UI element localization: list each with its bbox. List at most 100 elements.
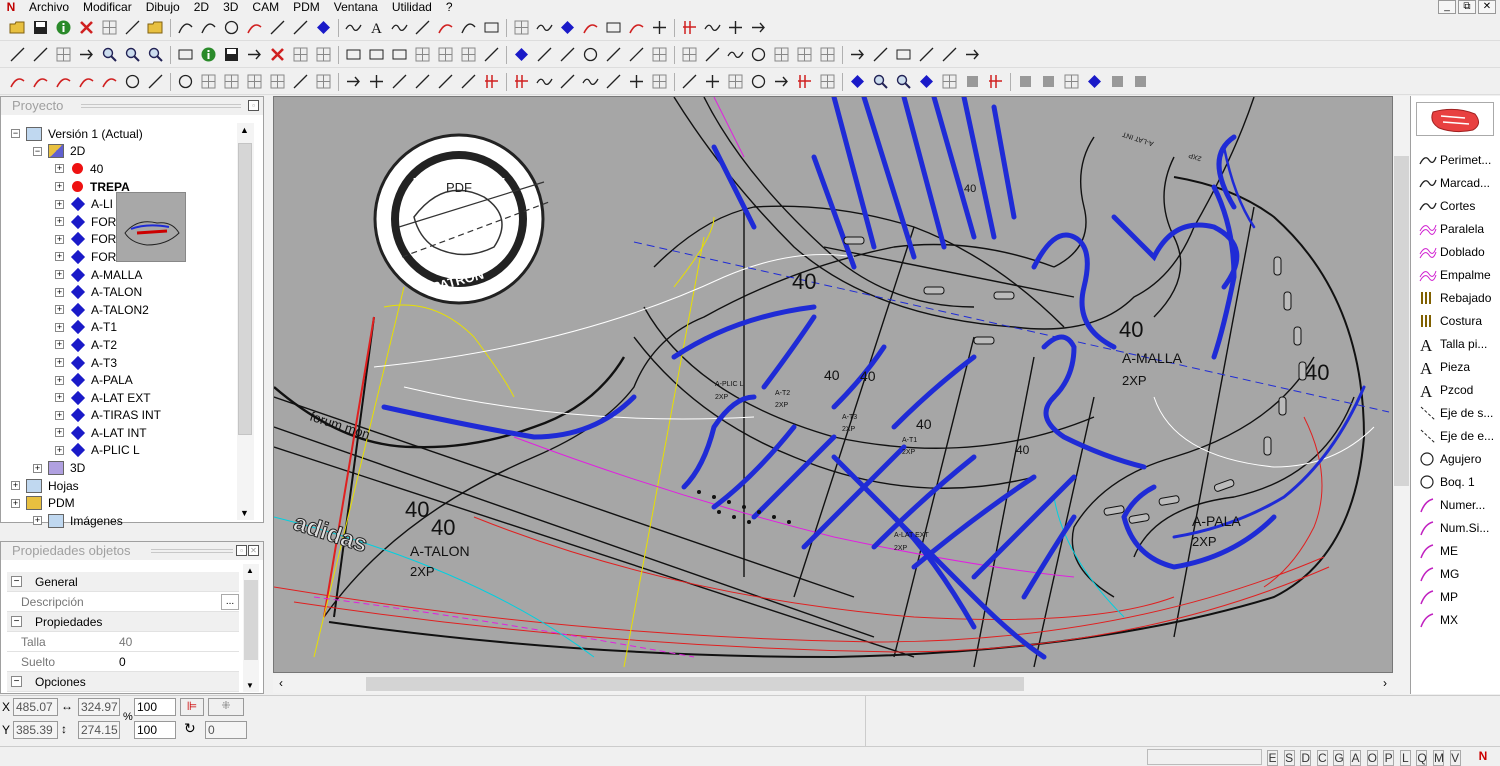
tree-expander-icon[interactable]: +	[55, 358, 64, 368]
tool-grid-icon[interactable]	[55, 46, 72, 63]
tool-redcurve-icon[interactable]	[78, 73, 95, 90]
tool-arrow-icon[interactable]	[750, 19, 767, 36]
tool-line-icon[interactable]	[628, 46, 645, 63]
tool-cross-icon[interactable]	[628, 73, 645, 90]
tree-item[interactable]: + A-T1	[11, 319, 239, 337]
tree-expander-icon[interactable]: +	[55, 164, 64, 174]
tool-text-icon[interactable]: A	[368, 19, 385, 37]
tool-grid-icon[interactable]	[101, 19, 118, 36]
tree-expander-icon[interactable]: +	[55, 445, 64, 455]
tool-save-icon[interactable]	[32, 19, 49, 36]
tool-cross-icon[interactable]	[651, 19, 668, 36]
menu-pdm[interactable]: PDM	[286, 0, 327, 14]
width-field[interactable]: 324.97	[78, 698, 120, 716]
scale-y-field[interactable]: 100	[134, 721, 176, 739]
tree-expander-icon[interactable]: +	[55, 393, 64, 403]
tree-item[interactable]: + Hojas	[11, 477, 239, 495]
tool-circle-icon[interactable]	[750, 73, 767, 90]
menu-archivo[interactable]: Archivo	[22, 0, 76, 14]
tool-arrow-icon[interactable]	[964, 46, 981, 63]
tool-arrow-icon[interactable]	[345, 73, 362, 90]
tool-line-icon[interactable]	[391, 73, 408, 90]
y-coordinate-field[interactable]: 385.39	[13, 721, 58, 739]
tool-redcurve-icon[interactable]	[437, 19, 454, 36]
tool-zoom-icon[interactable]	[895, 73, 912, 90]
tree-expander-icon[interactable]: +	[55, 182, 64, 192]
status-toggle[interactable]: E	[1267, 750, 1278, 766]
x-coordinate-field[interactable]: 485.07	[13, 698, 58, 716]
tool-line-icon[interactable]	[559, 73, 576, 90]
tree-expander-icon[interactable]: +	[55, 252, 64, 262]
tool-dotgrey-icon[interactable]	[1040, 73, 1057, 90]
tool-redx-icon[interactable]	[269, 46, 286, 63]
tool-grid-icon[interactable]	[727, 73, 744, 90]
status-toggle[interactable]: Q	[1416, 750, 1428, 766]
tool-bluediamond-icon[interactable]	[1086, 73, 1103, 90]
tree-expander-icon[interactable]: +	[33, 463, 42, 473]
tree-expander-icon[interactable]: +	[55, 270, 64, 280]
tool-redx-icon[interactable]	[78, 19, 95, 36]
tool-rect-icon[interactable]	[368, 46, 385, 63]
tree-scroll-thumb[interactable]	[238, 143, 252, 435]
tool-item[interactable]: MX	[1411, 608, 1500, 631]
tool-wave-icon[interactable]	[704, 19, 721, 36]
tool-arrow-icon[interactable]	[246, 46, 263, 63]
tool-grid-icon[interactable]	[681, 46, 698, 63]
status-toggle[interactable]: V	[1449, 750, 1461, 766]
tool-circle-icon[interactable]	[750, 46, 767, 63]
tool-curve-icon[interactable]	[177, 19, 194, 36]
group-collapse-icon[interactable]: −	[11, 616, 22, 627]
height-field[interactable]: 274.15	[78, 721, 120, 739]
scroll-up-icon[interactable]: ▲	[246, 566, 254, 575]
tool-zoom-icon[interactable]	[101, 46, 118, 63]
property-value[interactable]: 0	[115, 655, 239, 669]
tree-scrollbar[interactable]: ▲ ▼	[237, 123, 254, 520]
tree-item[interactable]: − Versión 1 (Actual)	[11, 125, 239, 143]
restore-button[interactable]: ⧉	[1458, 0, 1476, 14]
tool-line-icon[interactable]	[605, 73, 622, 90]
tool-bluediamond-icon[interactable]	[849, 73, 866, 90]
tool-redcurve-icon[interactable]	[9, 73, 26, 90]
tool-item[interactable]: Eje de s...	[1411, 401, 1500, 424]
tool-grid-icon[interactable]	[315, 73, 332, 90]
tool-line-icon[interactable]	[147, 73, 164, 90]
status-toggle[interactable]: M	[1433, 750, 1444, 766]
tree-expander-icon[interactable]: +	[55, 199, 64, 209]
tool-rect-icon[interactable]	[391, 46, 408, 63]
tool-dotgrey-icon[interactable]	[1109, 73, 1126, 90]
status-toggle[interactable]: A	[1350, 750, 1361, 766]
tool-redcurve-icon[interactable]	[32, 73, 49, 90]
status-toggle[interactable]: L	[1399, 750, 1411, 766]
angle-field[interactable]: 0	[205, 721, 247, 739]
tool-grid-icon[interactable]	[437, 46, 454, 63]
tool-item[interactable]: A Pzcod	[1411, 378, 1500, 401]
tool-item[interactable]: A Talla pi...	[1411, 332, 1500, 355]
tool-curve-icon[interactable]	[200, 19, 217, 36]
tool-grid-icon[interactable]	[414, 46, 431, 63]
tree-expander-icon[interactable]: −	[11, 129, 20, 139]
status-toggle[interactable]: P	[1383, 750, 1395, 766]
tool-wave-icon[interactable]	[536, 73, 553, 90]
property-value[interactable]: 40	[115, 635, 239, 649]
tool-cross-icon[interactable]	[368, 73, 385, 90]
tool-line-icon[interactable]	[460, 73, 477, 90]
panel-restore-icon[interactable]: ▫	[248, 100, 259, 111]
tool-item[interactable]: Perimet...	[1411, 148, 1500, 171]
tool-circle-icon[interactable]	[582, 46, 599, 63]
tool-zoom-icon[interactable]	[147, 46, 164, 63]
tool-line-icon[interactable]	[681, 73, 698, 90]
panel-close-icon[interactable]: ✕	[248, 545, 259, 556]
menu-utilidad[interactable]: Utilidad	[385, 0, 439, 14]
tool-line-icon[interactable]	[559, 46, 576, 63]
tool-wave-icon[interactable]	[582, 73, 599, 90]
status-toggle[interactable]: G	[1333, 750, 1345, 766]
tree-expander-icon[interactable]: +	[11, 498, 20, 508]
property-group[interactable]: − Opciones	[7, 672, 239, 692]
scroll-down-icon[interactable]: ▼	[240, 508, 249, 518]
tool-dotgrey-icon[interactable]	[1132, 73, 1149, 90]
menu-modificar[interactable]: Modificar	[76, 0, 139, 14]
status-toggle[interactable]: C	[1316, 750, 1328, 766]
tool-line-icon[interactable]	[918, 46, 935, 63]
tree-item[interactable]: + A-T2	[11, 336, 239, 354]
tool-line-icon[interactable]	[124, 19, 141, 36]
